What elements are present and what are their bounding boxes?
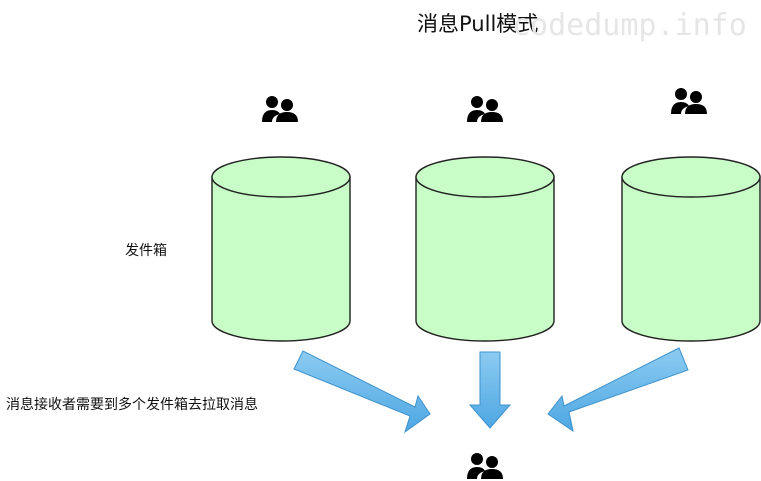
users-icon [262,96,298,122]
outbox-cylinder-left [211,156,351,342]
pull-mode-diagram: 消息Pull模式 codedump.info 发件箱 消息接收者需要到多个发件箱… [6,8,761,479]
outbox-label: 发件箱 [125,243,167,259]
pull-arrow-left [293,350,431,434]
outbox-cylinder-middle [415,156,555,342]
users-icon [467,96,503,122]
pull-arrow-right [547,347,689,433]
outbox-cylinder-right [621,156,761,342]
users-icon [467,453,503,479]
watermark-text: codedump.info [512,8,747,43]
receiver-caption: 消息接收者需要到多个发件箱去拉取消息 [6,396,258,413]
users-icon [671,88,707,114]
pull-arrow-middle [468,351,512,429]
